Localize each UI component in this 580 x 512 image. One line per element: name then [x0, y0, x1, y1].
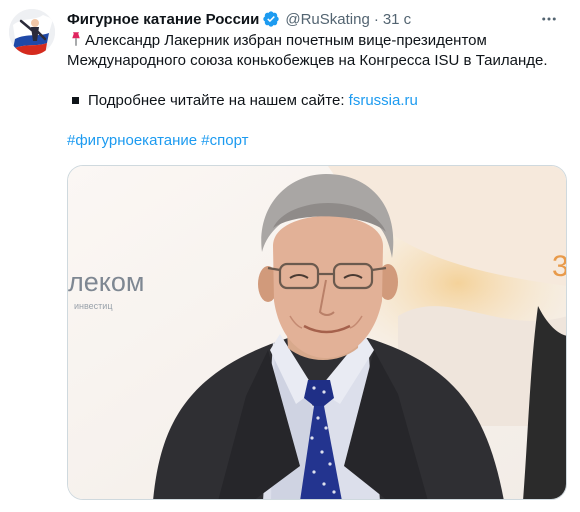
tweet-photo[interactable]: лeком инвестиц 3 [67, 165, 567, 500]
tweet-text: Александр Лакерник избран почетным вице-… [67, 30, 567, 151]
verified-badge-icon [262, 10, 280, 28]
author-name[interactable]: Фигурное катание России [67, 11, 259, 28]
avatar[interactable] [9, 9, 55, 55]
avatar-image [9, 9, 55, 55]
background-sign-subtext: инвестиц [74, 301, 113, 311]
background-number: 3 [552, 250, 567, 283]
tweet[interactable]: Фигурное катание России @RuSkating · 31 … [0, 0, 580, 512]
separator-dot: · [373, 10, 379, 28]
tweet-line-2: Международного союза конькобежцев на Кон… [67, 52, 548, 69]
timestamp[interactable]: 31 с [383, 11, 411, 28]
more-options-icon[interactable] [535, 8, 563, 30]
tweet-line-1: Александр Лакерник избран почетным вице-… [67, 30, 567, 51]
hashtags[interactable]: #фигурноекатание #спорт [67, 131, 567, 151]
read-more-line: Подробнее читайте на нашем сайте: fsruss… [67, 91, 567, 111]
tweet-header: Фигурное катание России @RuSkating · 31 … [67, 8, 567, 30]
photo-image: лeком инвестиц 3 [68, 166, 567, 499]
site-link[interactable]: fsrussia.ru [349, 92, 418, 109]
square-bullet-icon [72, 96, 79, 104]
pushpin-icon [67, 30, 85, 48]
read-more-text: Подробнее читайте на нашем сайте: [88, 92, 345, 109]
tweet-content: Фигурное катание России @RuSkating · 31 … [67, 8, 567, 500]
author-handle[interactable]: @RuSkating [285, 11, 369, 28]
background-sign-text: лeком [68, 267, 144, 297]
tweet-line-1-text: Александр Лакерник избран почетным вице-… [85, 32, 487, 49]
